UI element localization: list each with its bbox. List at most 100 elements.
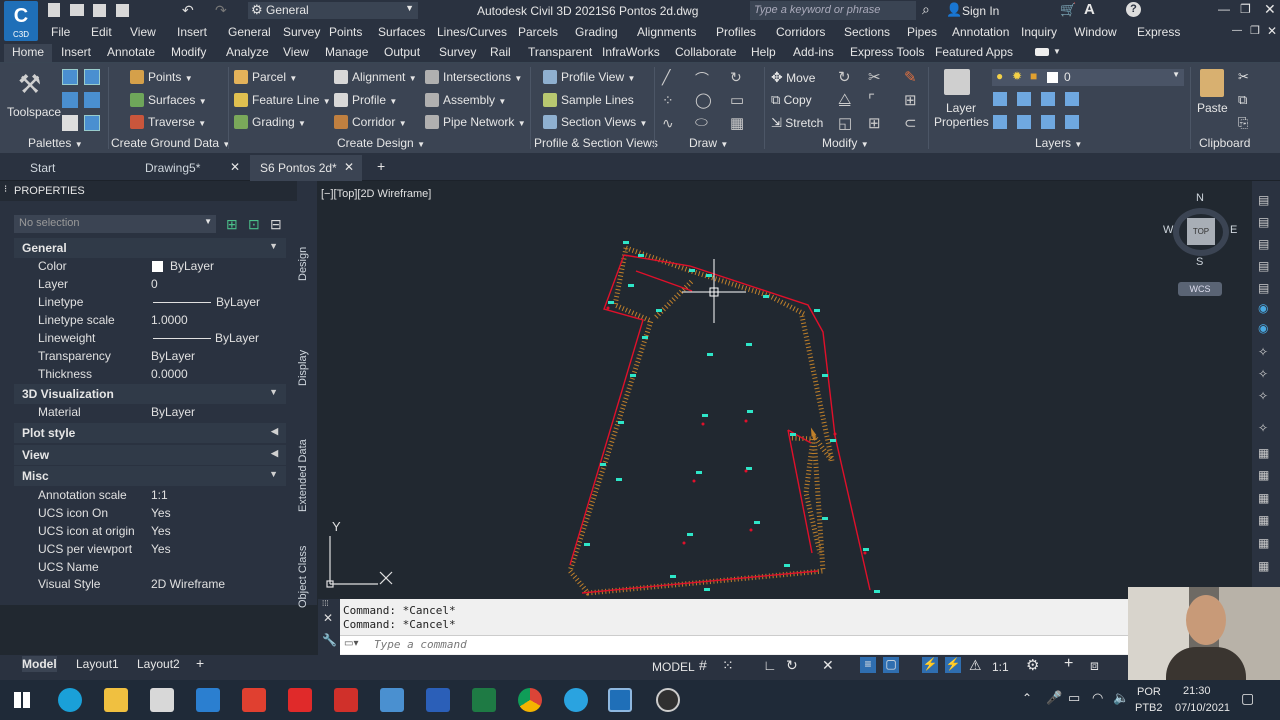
store-icon[interactable] xyxy=(150,688,174,712)
menu-survey[interactable]: Survey xyxy=(283,25,320,39)
tray-chevron-icon[interactable]: ⌃ xyxy=(1022,691,1032,705)
line-icon[interactable]: ╱ xyxy=(662,69,670,86)
menu-edit[interactable]: Edit xyxy=(91,25,112,39)
civil3d-icon[interactable] xyxy=(608,688,632,712)
tab-modify[interactable]: Modify xyxy=(171,45,206,59)
globe-icon[interactable]: ◉ xyxy=(1258,301,1268,315)
panel-create-ground-data[interactable]: Create Ground Data ▼ xyxy=(111,136,230,150)
model-space-button[interactable]: MODEL xyxy=(652,660,695,674)
tab-layout2[interactable]: Layout2 xyxy=(137,657,180,671)
tool-palette-icon[interactable]: ▦ xyxy=(1258,513,1269,527)
tool-palette-icon[interactable]: ▤ xyxy=(1258,215,1269,229)
intersections-button[interactable]: Intersections ▼ xyxy=(425,70,522,84)
toolspace-button[interactable]: ⚒ Toolspace xyxy=(4,67,61,127)
telegram-icon[interactable] xyxy=(564,688,588,712)
volume-icon[interactable]: 🔈 xyxy=(1113,690,1129,706)
cart-icon[interactable]: 🛒 xyxy=(1060,2,1076,18)
tab-drawing5[interactable]: Drawing5* xyxy=(145,161,200,175)
annotation-scale[interactable]: 1:1 xyxy=(992,660,1009,674)
select-objects-icon[interactable]: ⊡ xyxy=(248,216,260,233)
layer-properties-button[interactable]: Layer Properties xyxy=(932,67,989,133)
properties-icon[interactable] xyxy=(62,115,78,131)
tab-annotate[interactable]: Annotate xyxy=(107,45,155,59)
ribbon-toggle-button[interactable] xyxy=(1035,48,1049,56)
tool-palette-icon[interactable]: ✧ xyxy=(1258,421,1268,435)
new-tab-icon[interactable]: + xyxy=(377,158,385,174)
mail-icon[interactable] xyxy=(196,688,220,712)
property-row[interactable]: Material ByLayer xyxy=(0,403,290,421)
sign-in-button[interactable]: Sign In xyxy=(962,4,999,18)
clock-time[interactable]: 21:30 xyxy=(1183,685,1211,697)
tool-palette-icon[interactable]: ▦ xyxy=(1258,559,1269,573)
app-menu-button[interactable]: C C3D xyxy=(4,1,38,41)
tab-add-ins[interactable]: Add-ins xyxy=(793,45,834,59)
anydesk-icon[interactable] xyxy=(288,688,312,712)
menu-inquiry[interactable]: Inquiry xyxy=(1021,25,1057,39)
side-tab-extended-data[interactable]: Extended Data xyxy=(297,436,317,512)
menu-surfaces[interactable]: Surfaces xyxy=(378,25,425,39)
menu-general[interactable]: General xyxy=(228,25,271,39)
workspace-gear-icon[interactable]: ⚙ xyxy=(1026,656,1039,674)
menu-annotation[interactable]: Annotation xyxy=(952,25,1009,39)
property-row[interactable]: UCS Name xyxy=(0,558,290,576)
cut-icon[interactable]: ✂ xyxy=(1238,69,1249,85)
array-icon[interactable]: ⊞ xyxy=(868,114,881,132)
tool-palette-icon[interactable]: ▤ xyxy=(1258,259,1269,273)
panel-draw[interactable]: Draw ▼ xyxy=(689,136,728,150)
menu-view[interactable]: View xyxy=(130,25,156,39)
menu-points[interactable]: Points xyxy=(329,25,362,39)
compass-e[interactable]: E xyxy=(1230,224,1237,236)
property-row[interactable]: Color ByLayer xyxy=(0,257,290,275)
autoscale-icon[interactable]: ⚡ xyxy=(945,657,961,673)
property-row[interactable]: UCS per viewport Yes xyxy=(0,540,290,558)
close-tab-icon[interactable]: ✕ xyxy=(230,160,240,174)
fillet-icon[interactable]: ⌜ xyxy=(868,91,875,109)
redo-icon[interactable]: ↷ xyxy=(215,2,227,19)
save-as-icon[interactable] xyxy=(116,4,129,17)
globe-icon[interactable]: ◉ xyxy=(1258,321,1268,335)
panel-palettes[interactable]: Palettes ▼ xyxy=(28,136,83,150)
menu-sections[interactable]: Sections xyxy=(844,25,890,39)
maximize-icon[interactable]: ❐ xyxy=(1240,2,1251,16)
tab-model[interactable]: Model xyxy=(22,656,57,672)
hatch-icon[interactable]: ▦ xyxy=(730,114,744,132)
wifi-icon[interactable]: ◠ xyxy=(1092,690,1103,706)
ortho-icon[interactable]: ∟ xyxy=(763,657,777,673)
property-row[interactable]: Annotation scale 1:1 xyxy=(0,486,290,504)
tab-express-tools[interactable]: Express Tools xyxy=(850,45,924,59)
survey-icon[interactable] xyxy=(62,92,78,108)
quick-select-icon[interactable]: ⊟ xyxy=(270,216,282,233)
feature-line-button[interactable]: Feature Line ▼ xyxy=(234,93,331,107)
tab-insert[interactable]: Insert xyxy=(61,45,91,59)
tab-start[interactable]: Start xyxy=(30,161,55,175)
menu-pipes[interactable]: Pipes xyxy=(907,25,937,39)
pipe-network-button[interactable]: Pipe Network ▼ xyxy=(425,115,526,129)
add-icon[interactable]: + xyxy=(1064,655,1073,673)
language-indicator[interactable]: POR xyxy=(1137,686,1161,698)
chevron-down-icon[interactable]: ▼ xyxy=(1053,47,1061,56)
paste-button[interactable]: Paste xyxy=(1193,67,1233,131)
menu-grading[interactable]: Grading xyxy=(575,25,618,39)
compass-n[interactable]: N xyxy=(1196,192,1204,204)
tab-view[interactable]: View xyxy=(283,45,309,59)
corridor-button[interactable]: Corridor ▼ xyxy=(334,115,407,129)
match-icon[interactable]: ⎘ xyxy=(1238,115,1248,131)
menu-alignments[interactable]: Alignments xyxy=(637,25,696,39)
tool-palette-icon[interactable]: ▤ xyxy=(1258,281,1269,295)
notifications-icon[interactable]: ▢ xyxy=(1241,690,1254,707)
new-icon[interactable] xyxy=(48,3,60,17)
toggle-pickadd-icon[interactable]: ⊞ xyxy=(226,216,238,233)
tab-collaborate[interactable]: Collaborate xyxy=(675,45,736,59)
copy-clip-icon[interactable]: ⧉ xyxy=(1238,92,1247,108)
offset-icon[interactable]: ⊂ xyxy=(904,114,917,132)
viewcube-top-face[interactable]: TOP xyxy=(1187,218,1215,245)
property-row[interactable]: Visual Style 2D Wireframe xyxy=(0,575,290,593)
menu-express[interactable]: Express xyxy=(1137,25,1180,39)
property-row[interactable]: Lineweight ByLayer xyxy=(0,329,290,347)
menu-parcels[interactable]: Parcels xyxy=(518,25,558,39)
section-misc[interactable]: Misc ▼ xyxy=(14,466,286,486)
edge-icon[interactable] xyxy=(58,688,82,712)
menu-profiles[interactable]: Profiles xyxy=(716,25,756,39)
side-tab-object-class[interactable]: Object Class xyxy=(297,546,317,608)
section-3d-visualization[interactable]: 3D Visualization ▼ xyxy=(14,384,286,404)
